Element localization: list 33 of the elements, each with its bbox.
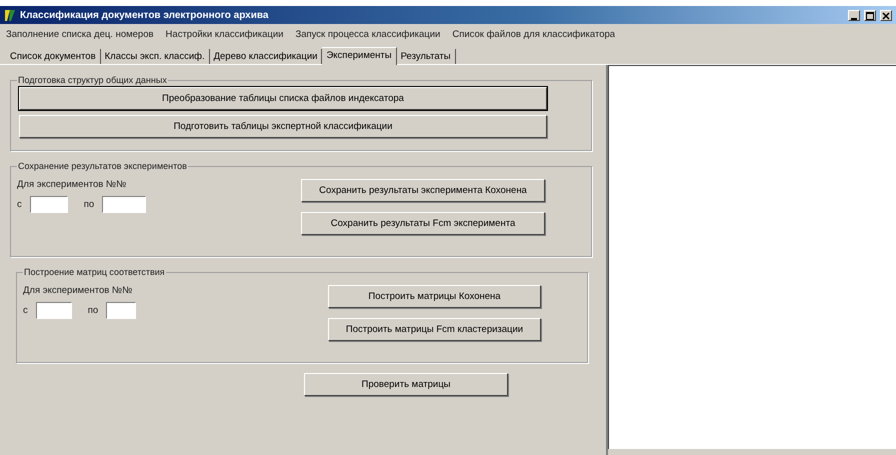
to-label: по bbox=[84, 199, 94, 210]
group-title: Подготовка структур общих данных bbox=[17, 75, 168, 85]
action-button[interactable]: Сохранить результаты эксперимента Кохонена bbox=[301, 179, 545, 202]
app-icon bbox=[4, 8, 16, 22]
maximize-icon bbox=[866, 12, 874, 20]
action-button[interactable]: Преобразование таблицы списка файлов индексатора bbox=[19, 87, 547, 110]
action-button[interactable]: Сохранить результаты Fcm эксперимента bbox=[301, 212, 545, 235]
range-label: Для экспериментов №№ bbox=[23, 285, 134, 296]
menu-item[interactable]: Список файлов для классификатора bbox=[452, 28, 616, 40]
close-icon bbox=[882, 12, 890, 20]
from-field[interactable] bbox=[36, 302, 72, 319]
to-field[interactable] bbox=[106, 302, 136, 319]
to-field[interactable] bbox=[102, 196, 146, 213]
from-label: с bbox=[23, 305, 28, 316]
menu-item[interactable]: Запуск процесса классификации bbox=[296, 28, 440, 40]
from-field[interactable] bbox=[30, 196, 68, 213]
action-button[interactable]: Построить матрицы Кохонена bbox=[328, 285, 541, 308]
maximize-button[interactable] bbox=[864, 10, 876, 20]
action-button[interactable]: Построить матрицы Fcm кластеризации bbox=[328, 318, 541, 341]
menu-item[interactable]: Настройки классификации bbox=[166, 28, 284, 40]
from-label: с bbox=[17, 199, 22, 210]
window-title: Классификация документов электронного архива bbox=[20, 10, 270, 20]
close-button[interactable] bbox=[880, 10, 892, 20]
group-title: Сохранение результатов экспериментов bbox=[17, 161, 188, 171]
to-label: по bbox=[88, 305, 98, 316]
minimize-button[interactable] bbox=[848, 10, 860, 20]
action-button[interactable]: Подготовить таблицы экспертной классификации bbox=[19, 115, 547, 138]
group-title: Построение матриц соответствия bbox=[23, 267, 166, 277]
menu-item[interactable]: Заполнение списка дец. номеров bbox=[6, 28, 154, 40]
tab[interactable]: Эксперименты bbox=[322, 47, 397, 65]
check-matrices-button[interactable]: Проверить матрицы bbox=[304, 373, 508, 396]
minimize-icon bbox=[851, 16, 857, 20]
range-label: Для экспериментов №№ bbox=[17, 179, 128, 190]
